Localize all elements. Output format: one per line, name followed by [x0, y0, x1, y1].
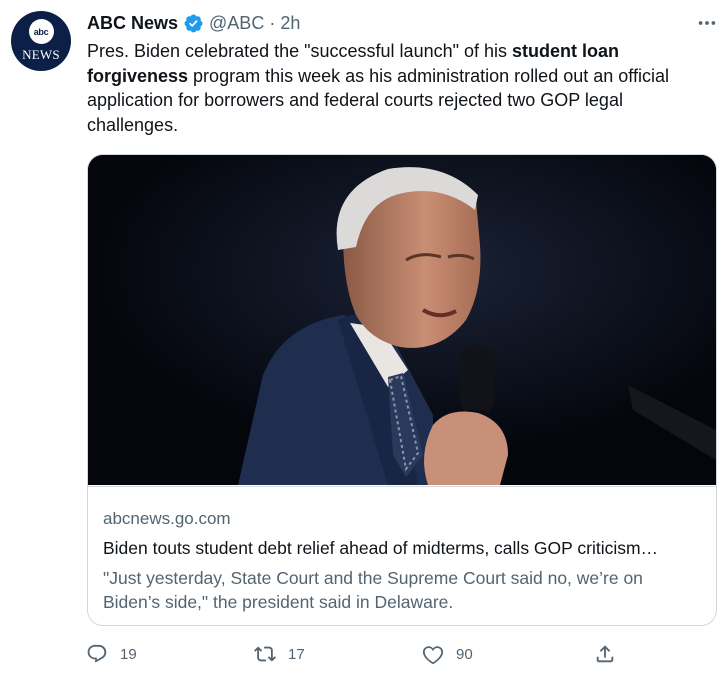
- tweet[interactable]: abc NEWS ABC News @ABC · 2h Pres. Biden …: [0, 0, 727, 681]
- reply-icon: [87, 644, 107, 663]
- avatar[interactable]: abc NEWS: [11, 11, 71, 71]
- like-button[interactable]: 90: [422, 643, 473, 665]
- like-icon: [422, 646, 444, 665]
- tweet-header: ABC News @ABC · 2h: [87, 12, 300, 34]
- link-card[interactable]: abcnews.go.com Biden touts student debt …: [87, 154, 717, 626]
- handle[interactable]: @ABC: [209, 13, 264, 34]
- action-bar: 19 17 90: [86, 643, 726, 669]
- share-button[interactable]: [594, 643, 616, 665]
- card-description: "Just yesterday, State Court and the Sup…: [103, 568, 643, 612]
- retweet-button[interactable]: 17: [254, 643, 305, 665]
- card-title: Biden touts student debt relief ahead of…: [103, 538, 659, 558]
- card-photo[interactable]: [88, 155, 716, 485]
- avatar-news-word: NEWS: [22, 47, 60, 62]
- tweet-text-part1: Pres. Biden celebrated the "successful l…: [87, 41, 513, 61]
- display-name[interactable]: ABC News: [87, 13, 178, 34]
- card-info[interactable]: abcnews.go.com Biden touts student debt …: [88, 486, 716, 612]
- separator-dot: ·: [269, 12, 276, 33]
- like-count: 90: [456, 645, 473, 663]
- more-icon[interactable]: [695, 12, 719, 34]
- reply-count: 19: [120, 645, 137, 663]
- reply-button[interactable]: 19: [86, 643, 137, 665]
- retweet-icon: [254, 646, 276, 662]
- tweet-text: Pres. Biden celebrated the "successful l…: [87, 39, 717, 137]
- timestamp[interactable]: 2h: [280, 13, 300, 34]
- abc-logo: abc: [28, 19, 54, 44]
- card-domain: abcnews.go.com: [103, 509, 231, 528]
- share-icon: [596, 645, 614, 663]
- retweet-count: 17: [288, 645, 305, 663]
- verified-icon: [184, 14, 203, 32]
